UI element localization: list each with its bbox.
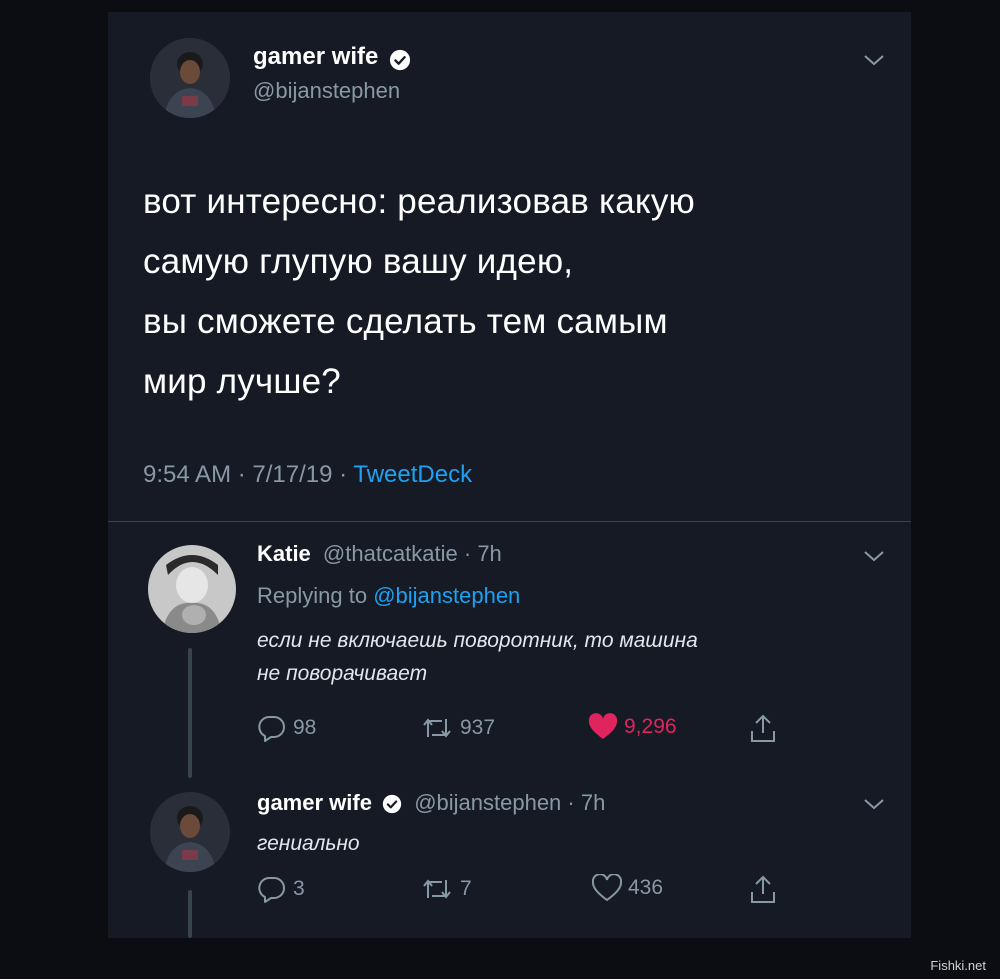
tweet-text-line: самую глупую вашу идею, (143, 242, 574, 281)
author-name[interactable]: gamer wife (257, 790, 372, 815)
author-handle[interactable]: @bijanstephen (253, 78, 400, 104)
tweet-source[interactable]: TweetDeck (353, 461, 472, 488)
heart-icon (592, 874, 622, 902)
divider (108, 521, 911, 522)
like-count: 9,296 (624, 715, 677, 738)
reply-text: гениально (257, 827, 360, 860)
reply2-header: gamer wife @bijanstephen · 7h (257, 790, 605, 816)
reply-count: 98 (293, 716, 317, 739)
reply-icon (258, 715, 285, 742)
chevron-down-icon[interactable] (862, 52, 886, 68)
heart-icon (588, 713, 618, 739)
tweet-text: вот интересно: реализовав какую самую гл… (143, 172, 695, 412)
reply-button[interactable]: 98 (257, 713, 316, 743)
retweet-icon (423, 718, 451, 738)
retweet-button[interactable]: 7 (420, 874, 472, 904)
chevron-down-icon[interactable] (862, 796, 886, 812)
katie-avatar[interactable] (148, 545, 236, 633)
avatar-image (150, 792, 230, 872)
replying-to-label: Replying to (257, 583, 374, 608)
author-handle-time[interactable]: @bijanstephen · 7h (414, 790, 605, 815)
retweet-count: 937 (460, 716, 496, 739)
reply-icon (258, 876, 285, 903)
thread-line (188, 648, 192, 778)
main-author-row: gamer wife (253, 43, 411, 71)
tweet-timestamp-row: 9:54 AM · 7/17/19 · TweetDeck (143, 461, 472, 489)
replying-to: Replying to @bijanstephen (257, 583, 520, 609)
reply-button[interactable]: 3 (257, 874, 305, 904)
main-author-avatar[interactable] (150, 38, 230, 118)
reply1-header: Katie @thatcatkatie · 7h (257, 541, 502, 567)
share-icon[interactable] (748, 713, 778, 745)
author-handle-time[interactable]: @thatcatkatie · 7h (323, 541, 502, 566)
like-count: 436 (628, 876, 664, 899)
reply-count: 3 (293, 877, 305, 900)
avatar-image (148, 545, 236, 633)
reply2-author-avatar[interactable] (150, 792, 230, 872)
watermark: Fishki.net (930, 958, 986, 973)
reply-text-line: не поворачивает (257, 662, 428, 685)
author-name[interactable]: Katie (257, 541, 311, 566)
like-button[interactable]: 436 (592, 874, 663, 902)
chevron-down-icon[interactable] (862, 548, 886, 564)
retweet-button[interactable]: 937 (420, 713, 495, 743)
tweet-text-line: вот интересно: реализовав какую (143, 182, 695, 221)
verified-badge-icon (389, 49, 410, 70)
replying-to-handle[interactable]: @bijanstephen (373, 583, 520, 608)
reply-text: если не включаешь поворотник, то машина … (257, 624, 698, 690)
reply-text-line: если не включаешь поворотник, то машина (257, 629, 698, 652)
retweet-icon (423, 879, 451, 899)
reply-text-line: гениально (257, 832, 360, 855)
verified-badge-icon (382, 795, 402, 814)
tweet-text-line: вы сможете сделать тем самым (143, 302, 668, 341)
author-name[interactable]: gamer wife (253, 43, 378, 70)
like-button[interactable]: 9,296 (588, 713, 677, 741)
tweet-text-line: мир лучше? (143, 362, 341, 401)
avatar-image (150, 38, 230, 118)
share-icon[interactable] (748, 874, 778, 906)
retweet-count: 7 (460, 877, 472, 900)
thread-line (188, 890, 192, 938)
tweet-timestamp[interactable]: 9:54 AM · 7/17/19 · (143, 461, 353, 488)
